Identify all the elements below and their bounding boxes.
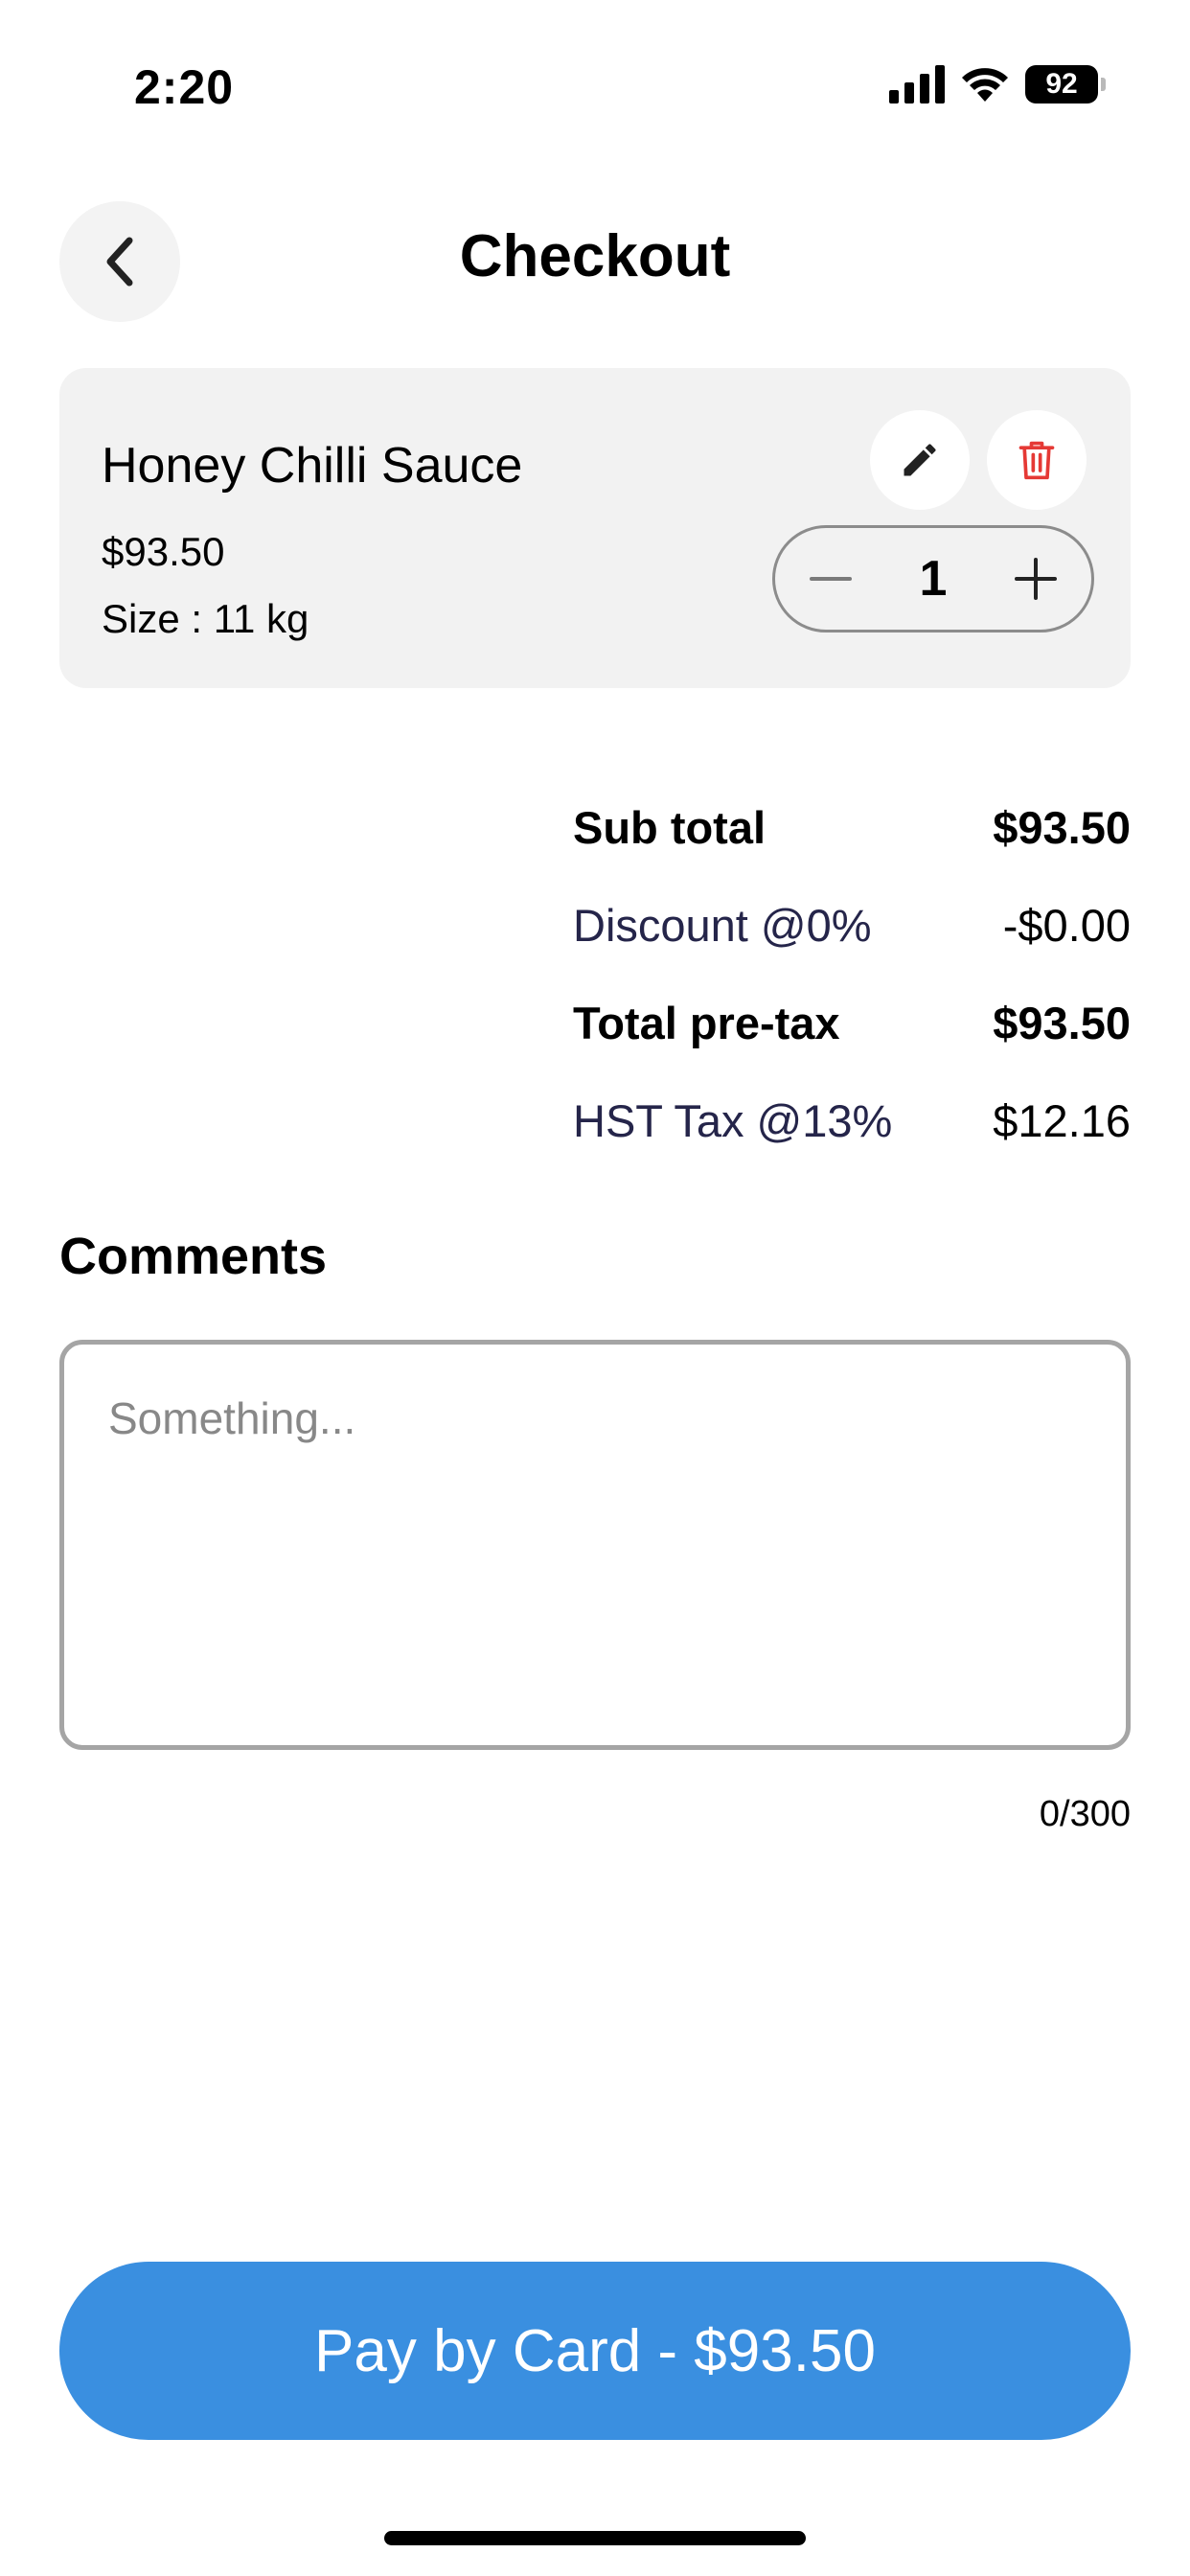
battery-level: 92 — [1045, 68, 1078, 100]
trash-icon — [1018, 441, 1055, 480]
cellular-signal-icon — [889, 65, 945, 104]
page-title: Checkout — [459, 223, 731, 289]
battery-icon: 92 — [1025, 65, 1106, 104]
product-name: Honey Chilli Sauce — [102, 438, 523, 494]
character-counter: 0/300 — [1039, 1794, 1131, 1834]
status-time: 2:20 — [134, 60, 235, 114]
tax-value: $12.16 — [993, 1095, 1131, 1146]
product-size: Size : 11 kg — [102, 596, 309, 641]
pencil-icon — [904, 444, 936, 476]
home-indicator — [384, 2531, 806, 2545]
subtotal-row: Sub total $93.50 — [573, 801, 1131, 899]
cart-item-card: Honey Chilli Sauce $93.50 Size : 11 kg 1 — [59, 368, 1131, 688]
edit-button[interactable] — [870, 410, 970, 510]
pretax-label: Total pre-tax — [573, 998, 840, 1048]
comments-input[interactable] — [59, 1340, 1131, 1750]
pretax-value: $93.50 — [993, 998, 1131, 1048]
plus-icon[interactable] — [1013, 556, 1059, 602]
pretax-row: Total pre-tax $93.50 — [573, 997, 1131, 1094]
pay-by-card-button[interactable]: Pay by Card - $93.50 — [59, 2262, 1131, 2440]
discount-value: -$0.00 — [1002, 900, 1131, 951]
wifi-icon — [962, 68, 1008, 102]
subtotal-label: Sub total — [573, 802, 767, 853]
status-icons: 92 — [889, 63, 1106, 105]
minus-icon[interactable] — [808, 556, 854, 602]
checkout-screen: 2:20 92 Checkout Honey Chilli Sauce $93.… — [0, 0, 1190, 2576]
discount-label: Discount @0% — [573, 900, 872, 951]
tax-label: HST Tax @13% — [573, 1095, 893, 1146]
quantity-stepper: 1 — [772, 525, 1094, 632]
subtotal-value: $93.50 — [993, 802, 1131, 853]
comments-title: Comments — [59, 1228, 328, 1285]
quantity-value: 1 — [919, 551, 948, 607]
tax-row: HST Tax @13% $12.16 — [573, 1094, 1131, 1192]
order-totals: Sub total $93.50 Discount @0% -$0.00 Tot… — [573, 801, 1131, 1192]
product-price: $93.50 — [102, 529, 225, 574]
delete-button[interactable] — [987, 410, 1087, 510]
discount-row: Discount @0% -$0.00 — [573, 899, 1131, 997]
